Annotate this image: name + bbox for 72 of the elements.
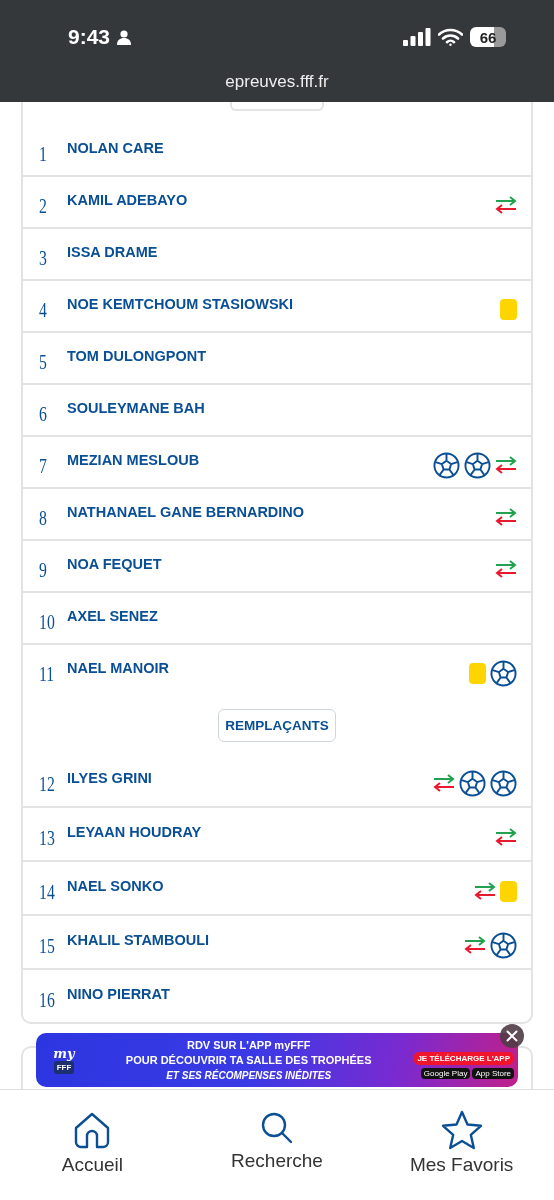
battery-indicator: 66 bbox=[470, 27, 506, 47]
shirt-number: 13 bbox=[39, 825, 56, 851]
close-icon bbox=[506, 1030, 518, 1042]
logo-badge: FFF bbox=[53, 1061, 75, 1074]
substitution-icon bbox=[433, 773, 455, 793]
player-name[interactable]: NOA FEQUET bbox=[67, 556, 489, 572]
banner-headline: RDV SUR L'APP myFFF bbox=[187, 1037, 311, 1053]
player-name[interactable]: NAEL SONKO bbox=[67, 878, 468, 894]
shirt-number: 4 bbox=[39, 297, 48, 323]
booking-card-icon bbox=[500, 880, 517, 902]
player-name[interactable]: NINO PIERRAT bbox=[67, 986, 511, 1002]
player-name[interactable]: AXEL SENEZ bbox=[67, 608, 511, 624]
url-text[interactable]: epreuves.fff.fr bbox=[0, 72, 554, 92]
clock-time: 9:43 bbox=[68, 25, 111, 49]
download-button[interactable]: JE TÉLÉCHARGE L'APP bbox=[413, 1051, 514, 1065]
substitution-icon bbox=[495, 827, 517, 847]
football-icon bbox=[490, 659, 517, 687]
player-name[interactable]: ISSA DRAME bbox=[67, 244, 511, 260]
logo-text: my bbox=[53, 1046, 75, 1061]
player-name[interactable]: LEYAAN HOUDRAY bbox=[67, 824, 489, 840]
substitution-icon bbox=[495, 195, 517, 215]
player-name[interactable]: NOLAN CARE bbox=[67, 140, 511, 156]
nav-label[interactable]: Recherche bbox=[231, 1150, 323, 1172]
football-icon bbox=[459, 769, 486, 797]
football-icon bbox=[433, 451, 460, 479]
player-name[interactable]: TOM DULONGPONT bbox=[67, 348, 511, 364]
nav-label[interactable]: Accueil bbox=[61, 1154, 123, 1176]
shirt-number: 9 bbox=[39, 557, 48, 583]
ad-banner[interactable]: my FFF RDV SUR L'APP myFFF POUR DÉCOUVRIR TA SALLE DES TROPHÉES ET SES RÉCOMPENSES INÉDITES JE TÉLÉCHARGE L'APP Google Play App Store bbox=[36, 1033, 518, 1087]
substitution-icon bbox=[495, 507, 517, 527]
booking-card-icon bbox=[469, 662, 486, 684]
shirt-number: 8 bbox=[39, 505, 48, 531]
banner-subline: ET SES RÉCOMPENSES INÉDITES bbox=[166, 1068, 332, 1083]
substitutes-heading: REMPLAÇANTS bbox=[218, 709, 336, 742]
nav-label[interactable]: Mes Favoris bbox=[409, 1154, 514, 1176]
football-icon bbox=[490, 931, 517, 959]
player-name[interactable]: NAEL MANOIR bbox=[67, 660, 463, 676]
player-name[interactable]: KAMIL ADEBAYO bbox=[67, 192, 489, 208]
signal-icon bbox=[403, 28, 431, 46]
shirt-number: 10 bbox=[39, 609, 56, 635]
football-icon bbox=[464, 451, 491, 479]
store-badge[interactable]: App Store bbox=[472, 1067, 514, 1079]
wifi-icon bbox=[438, 28, 463, 46]
shirt-number: 6 bbox=[39, 401, 48, 427]
shirt-number: 5 bbox=[39, 349, 48, 375]
search-icon bbox=[259, 1110, 295, 1146]
banner-headline: POUR DÉCOUVRIR TA SALLE DES TROPHÉES bbox=[125, 1052, 372, 1068]
substitution-icon bbox=[495, 559, 517, 579]
shirt-number: 7 bbox=[39, 453, 48, 479]
player-name[interactable]: NATHANAEL GANE BERNARDINO bbox=[67, 504, 489, 520]
store-badge[interactable]: Google Play bbox=[420, 1067, 471, 1079]
player-name[interactable]: SOULEYMANE BAH bbox=[67, 400, 511, 416]
player-name[interactable]: KHALIL STAMBOULI bbox=[67, 932, 458, 948]
shirt-number: 11 bbox=[39, 661, 56, 687]
shirt-number: 3 bbox=[39, 245, 48, 271]
football-icon bbox=[490, 769, 517, 797]
star-icon bbox=[440, 1110, 483, 1150]
booking-card-icon bbox=[500, 298, 517, 320]
substitution-icon bbox=[495, 455, 517, 475]
shirt-number: 16 bbox=[39, 987, 56, 1013]
player-name[interactable]: NOE KEMTCHOUM STASIOWSKI bbox=[67, 296, 494, 312]
shirt-number: 2 bbox=[39, 193, 48, 219]
player-name[interactable]: ILYES GRINI bbox=[67, 770, 427, 786]
shirt-number: 1 bbox=[39, 141, 48, 167]
shirt-number: 12 bbox=[39, 771, 56, 797]
substitution-icon bbox=[464, 935, 486, 955]
player-name[interactable]: MEZIAN MESLOUB bbox=[67, 452, 427, 468]
shirt-number: 15 bbox=[39, 933, 56, 959]
close-button[interactable] bbox=[500, 1024, 524, 1048]
shirt-number: 14 bbox=[39, 879, 56, 905]
substitution-icon bbox=[474, 881, 496, 901]
person-icon bbox=[117, 29, 132, 45]
